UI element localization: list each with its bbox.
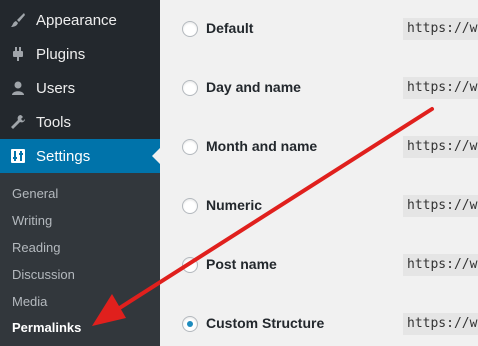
permalink-option-post-name: Post name https://w (160, 250, 478, 280)
submenu-permalinks[interactable]: Permalinks (12, 320, 81, 335)
radio-button-selected[interactable] (182, 316, 198, 332)
permalink-option-custom-structure: Custom Structure https://w (160, 309, 478, 339)
menu-item-plugins[interactable]: Plugins (0, 37, 160, 71)
submenu-media[interactable]: Media (12, 294, 47, 309)
radio-button[interactable] (182, 257, 198, 273)
permalink-option-numeric: Numeric https://w (160, 191, 478, 221)
permalink-settings-panel: Default https://w Day and name https://w… (160, 0, 478, 346)
submenu-discussion[interactable]: Discussion (12, 267, 75, 282)
radio-button[interactable] (182, 21, 198, 37)
menu-item-label: Users (36, 79, 76, 97)
example-url: https://w (403, 254, 478, 276)
example-url: https://w (403, 136, 478, 158)
settings-icon (9, 147, 27, 165)
example-url: https://w (403, 313, 478, 335)
menu-item-tools[interactable]: Tools (0, 105, 160, 139)
radio-button[interactable] (182, 198, 198, 214)
option-label[interactable]: Custom Structure (206, 315, 324, 331)
submenu-general[interactable]: General (12, 186, 58, 201)
menu-item-label: Settings (36, 147, 91, 165)
radio-button[interactable] (182, 139, 198, 155)
settings-submenu: General Writing Reading Discussion Media… (0, 173, 160, 346)
menu-item-label: Tools (36, 113, 72, 131)
menu-item-appearance[interactable]: Appearance (0, 3, 160, 37)
user-icon (9, 79, 27, 97)
option-label[interactable]: Numeric (206, 197, 262, 213)
wrench-icon (9, 113, 27, 131)
menu-item-label: Appearance (36, 11, 117, 29)
example-url: https://w (403, 195, 478, 217)
menu-item-users[interactable]: Users (0, 71, 160, 105)
menu-item-settings[interactable]: Settings (0, 139, 160, 173)
plugin-icon (9, 45, 27, 63)
option-label[interactable]: Month and name (206, 138, 317, 154)
permalink-option-default: Default https://w (160, 14, 478, 44)
admin-sidebar: Appearance Plugins Users Tools Settings … (0, 0, 160, 346)
submenu-writing[interactable]: Writing (12, 213, 52, 228)
submenu-reading[interactable]: Reading (12, 240, 60, 255)
option-label[interactable]: Day and name (206, 79, 301, 95)
example-url: https://w (403, 18, 478, 40)
permalink-option-day-and-name: Day and name https://w (160, 73, 478, 103)
menu-item-label: Plugins (36, 45, 86, 63)
paintbrush-icon (9, 11, 27, 29)
radio-button[interactable] (182, 80, 198, 96)
permalink-option-month-and-name: Month and name https://w (160, 132, 478, 162)
example-url: https://w (403, 77, 478, 99)
option-label[interactable]: Default (206, 20, 253, 36)
option-label[interactable]: Post name (206, 256, 277, 272)
